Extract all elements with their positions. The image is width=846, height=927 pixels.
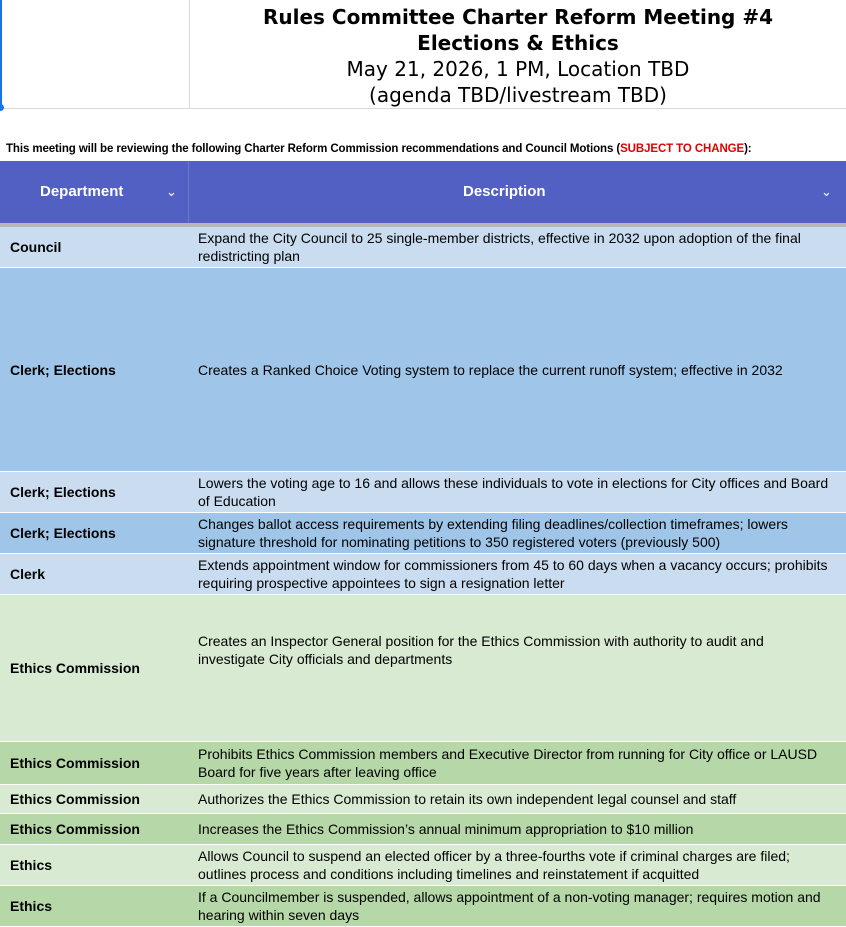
subject-to-change-label: SUBJECT TO CHANGE [620, 143, 745, 155]
description-cell[interactable]: Lowers the voting age to 16 and allows t… [190, 474, 846, 510]
column-header-department[interactable]: Department [40, 161, 123, 223]
review-note-suffix: ): [744, 143, 752, 155]
column-divider [188, 161, 189, 223]
table-row[interactable]: Clerk; Elections Changes ballot access r… [0, 513, 846, 554]
review-note-prefix: This meeting will be reviewing the follo… [6, 143, 621, 155]
department-cell[interactable]: Ethics Commission [0, 821, 190, 837]
table-row[interactable]: Ethics Allows Council to suspend an elec… [0, 845, 846, 886]
column-header-description[interactable]: Description [463, 161, 546, 223]
description-cell[interactable]: Authorizes the Ethics Commission to reta… [190, 790, 846, 808]
table-row[interactable]: Ethics Commission Creates an Inspector G… [0, 595, 846, 742]
description-cell[interactable]: If a Councilmember is suspended, allows … [190, 888, 846, 924]
table-row[interactable]: Ethics Commission Authorizes the Ethics … [0, 785, 846, 814]
department-cell[interactable]: Clerk [0, 566, 190, 582]
department-cell[interactable]: Ethics Commission [0, 660, 190, 676]
department-cell[interactable]: Clerk; Elections [0, 362, 190, 378]
table-row[interactable]: Council Expand the City Council to 25 si… [0, 227, 846, 268]
meeting-title: Rules Committee Charter Reform Meeting #… [262, 5, 774, 29]
meeting-datetime: May 21, 2026, 1 PM, Location TBD [346, 57, 690, 81]
description-cell[interactable]: Increases the Ethics Commission’s annual… [190, 820, 846, 838]
description-filter-chevron-down-icon[interactable]: ⌄ [821, 161, 832, 223]
description-cell[interactable]: Creates a Ranked Choice Voting system to… [190, 361, 846, 379]
table-header: Department ⌄ Description ⌄ [0, 161, 846, 223]
review-note: This meeting will be reviewing the follo… [6, 143, 752, 155]
description-cell[interactable]: Prohibits Ethics Commission members and … [190, 745, 846, 781]
department-cell[interactable]: Ethics Commission [0, 755, 190, 771]
title-cell[interactable]: Rules Committee Charter Reform Meeting #… [190, 0, 846, 108]
recommendations-table: Council Expand the City Council to 25 si… [0, 227, 846, 927]
table-row[interactable]: Clerk; Elections Lowers the voting age t… [0, 472, 846, 513]
title-block: Rules Committee Charter Reform Meeting #… [0, 0, 846, 111]
department-cell[interactable]: Ethics Commission [0, 791, 190, 807]
description-cell[interactable]: Expand the City Council to 25 single-mem… [190, 229, 846, 265]
cell-selection-indicator [0, 0, 2, 108]
description-cell[interactable]: Extends appointment window for commissio… [190, 556, 846, 592]
department-cell[interactable]: Council [0, 239, 190, 255]
meeting-agenda-note: (agenda TBD/livestream TBD) [369, 83, 667, 107]
description-cell[interactable]: Creates an Inspector General position fo… [190, 632, 846, 668]
department-cell[interactable]: Clerk; Elections [0, 484, 190, 500]
department-cell[interactable]: Ethics [0, 857, 190, 873]
description-cell[interactable]: Allows Council to suspend an elected off… [190, 847, 846, 883]
table-row[interactable]: Clerk Extends appointment window for com… [0, 554, 846, 595]
meeting-subtitle: Elections & Ethics [417, 31, 619, 55]
empty-cell[interactable] [0, 0, 190, 108]
description-cell[interactable]: Changes ballot access requirements by ex… [190, 515, 846, 551]
department-cell[interactable]: Ethics [0, 898, 190, 914]
table-row[interactable]: Ethics Commission Prohibits Ethics Commi… [0, 742, 846, 785]
table-row[interactable]: Ethics Commission Increases the Ethics C… [0, 814, 846, 845]
table-row[interactable]: Clerk; Elections Creates a Ranked Choice… [0, 268, 846, 472]
selection-fill-handle[interactable] [0, 104, 4, 111]
department-filter-chevron-down-icon[interactable]: ⌄ [166, 161, 177, 223]
table-row[interactable]: Ethics If a Councilmember is suspended, … [0, 886, 846, 927]
department-cell[interactable]: Clerk; Elections [0, 525, 190, 541]
